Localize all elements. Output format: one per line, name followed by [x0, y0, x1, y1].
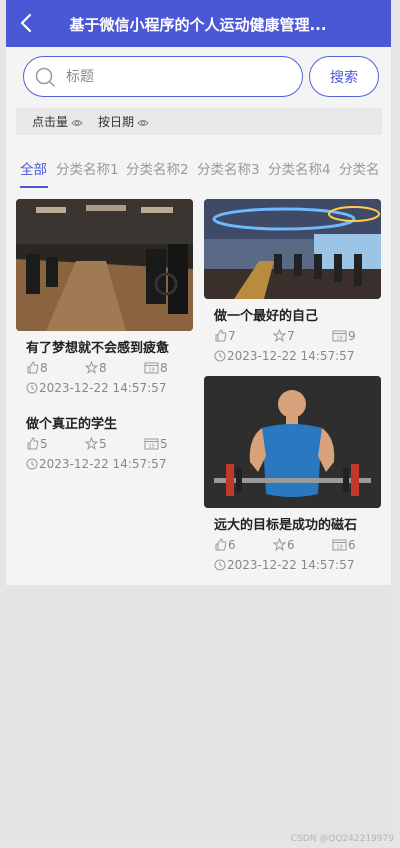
star-icon [272, 537, 287, 552]
card-views: 19 9 [332, 329, 356, 343]
eye-icon [137, 119, 149, 126]
thumbs-up-icon [215, 538, 227, 551]
category-tabs: 全部 分类名称1 分类名称2 分类名称3 分类名称4 分类名 [20, 156, 382, 190]
card-image-gym[interactable] [16, 199, 193, 331]
card-image-athlete[interactable] [204, 376, 381, 508]
star-icon [272, 328, 287, 343]
star-icon [84, 436, 99, 451]
card-favorites: 8 [84, 360, 107, 375]
star-icon [84, 360, 99, 375]
likes-count: 6 [228, 538, 236, 552]
sort-by-clicks-label: 点击量 [32, 115, 69, 129]
date-text: 2023-12-22 14:57:57 [39, 381, 167, 395]
likes-count: 8 [40, 361, 48, 375]
thumbs-up-icon [27, 437, 39, 450]
calendar-icon: 19 [332, 330, 347, 342]
card-views: 19 5 [144, 437, 168, 451]
date-text: 2023-12-22 14:57:57 [227, 349, 355, 363]
tab-category-4[interactable]: 分类名称4 [268, 158, 331, 178]
card-likes: 8 [26, 361, 48, 375]
card-date: 2023-12-22 14:57:57 [214, 558, 354, 572]
navigation-bar: 基于微信小程序的个人运动健康管理... [6, 0, 391, 47]
card-likes: 5 [26, 437, 48, 451]
card-views: 19 8 [144, 361, 168, 375]
clock-icon [26, 382, 38, 394]
sort-by-date-label: 按日期 [98, 115, 135, 129]
favorites-count: 8 [99, 361, 107, 375]
card-title[interactable]: 做一个最好的自己 [214, 305, 318, 324]
thumbs-up-icon [27, 361, 39, 374]
back-arrow-icon[interactable] [16, 12, 38, 34]
card-title[interactable]: 做个真正的学生 [26, 413, 117, 432]
calendar-icon: 19 [332, 539, 347, 551]
svg-text:19: 19 [336, 336, 342, 342]
card-views: 19 6 [332, 538, 356, 552]
athlete-photo [204, 376, 381, 508]
tab-category-3[interactable]: 分类名称3 [197, 158, 260, 178]
search-icon [35, 67, 55, 87]
card-title[interactable]: 远大的目标是成功的磁石 [214, 514, 357, 533]
sort-by-date[interactable]: 按日期 [98, 113, 149, 130]
card-title[interactable]: 有了梦想就不会感到疲惫 [26, 337, 169, 356]
tab-category-1[interactable]: 分类名称1 [56, 158, 119, 178]
active-tab-indicator [20, 186, 48, 188]
thumbs-up-icon [215, 329, 227, 342]
views-count: 8 [160, 361, 168, 375]
eye-icon [71, 119, 83, 126]
sort-by-clicks[interactable]: 点击量 [32, 113, 83, 130]
card-likes: 6 [214, 538, 236, 552]
card-image-treadmills[interactable] [204, 199, 381, 299]
tab-all[interactable]: 全部 [20, 158, 47, 178]
clock-icon [26, 458, 38, 470]
sort-bar: 点击量 按日期 [16, 108, 382, 135]
card-date: 2023-12-22 14:57:57 [26, 381, 166, 395]
app-frame: 基于微信小程序的个人运动健康管理... 搜索 点击量 按日期 全部 分类名称1 … [6, 0, 391, 840]
watermark: CSDN @QQ242219979 [290, 834, 394, 844]
svg-text:19: 19 [336, 545, 342, 551]
views-count: 9 [348, 329, 356, 343]
card-date: 2023-12-22 14:57:57 [26, 457, 166, 471]
gym-photo [16, 199, 193, 331]
tab-category-5[interactable]: 分类名 [339, 158, 380, 178]
calendar-icon: 19 [144, 438, 159, 450]
likes-count: 7 [228, 329, 236, 343]
treadmill-photo [204, 199, 381, 299]
calendar-icon: 19 [144, 362, 159, 374]
card-favorites: 5 [84, 436, 107, 451]
views-count: 6 [348, 538, 356, 552]
clock-icon [214, 559, 226, 571]
card-date: 2023-12-22 14:57:57 [214, 349, 354, 363]
search-button[interactable]: 搜索 [309, 56, 379, 97]
likes-count: 5 [40, 437, 48, 451]
date-text: 2023-12-22 14:57:57 [227, 558, 355, 572]
views-count: 5 [160, 437, 168, 451]
clock-icon [214, 350, 226, 362]
search-field[interactable] [23, 56, 303, 97]
page-title: 基于微信小程序的个人运动健康管理... [69, 16, 327, 34]
svg-text:19: 19 [148, 368, 154, 374]
favorites-count: 5 [99, 437, 107, 451]
favorites-count: 7 [287, 329, 295, 343]
card-favorites: 7 [272, 328, 295, 343]
search-input[interactable] [66, 66, 286, 88]
svg-text:19: 19 [148, 444, 154, 450]
tab-category-2[interactable]: 分类名称2 [126, 158, 189, 178]
favorites-count: 6 [287, 538, 295, 552]
card-likes: 7 [214, 329, 236, 343]
date-text: 2023-12-22 14:57:57 [39, 457, 167, 471]
card-favorites: 6 [272, 537, 295, 552]
